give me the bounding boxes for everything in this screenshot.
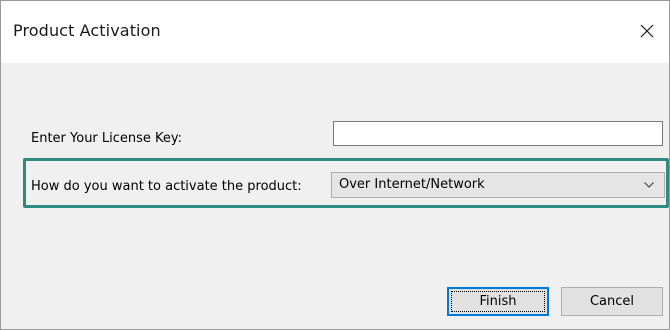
finish-button-label: Finish: [479, 294, 517, 309]
finish-button[interactable]: Finish: [447, 287, 549, 316]
license-key-input[interactable]: [333, 121, 663, 146]
cancel-button-label: Cancel: [589, 294, 635, 309]
product-activation-dialog: Product Activation Enter Your License Ke…: [0, 0, 670, 330]
chevron-down-icon: [644, 182, 654, 188]
activation-method-dropdown[interactable]: Over Internet/Network: [331, 172, 665, 198]
activation-method-value: Over Internet/Network: [339, 177, 485, 192]
dialog-title: Product Activation: [13, 21, 161, 40]
close-icon: [640, 24, 654, 38]
license-key-label: Enter Your License Key:: [31, 131, 183, 146]
cancel-button[interactable]: Cancel: [561, 287, 663, 316]
title-bar: Product Activation: [1, 1, 669, 63]
close-button[interactable]: [631, 15, 663, 47]
activation-method-label: How do you want to activate the product:: [31, 179, 302, 194]
